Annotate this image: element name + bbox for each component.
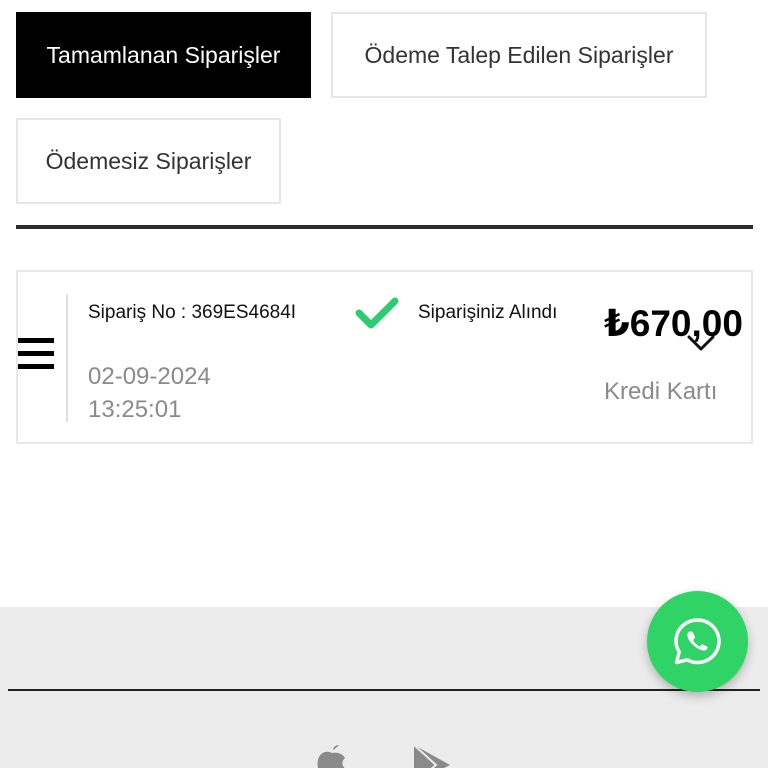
- chevron-down-icon[interactable]: [686, 332, 716, 354]
- orders-page: Tamamlanan Siparişler Ödeme Talep Edilen…: [0, 0, 768, 768]
- play-store-icon[interactable]: [410, 743, 456, 768]
- order-datetime: 02-09-2024 13:25:01: [88, 360, 211, 426]
- footer-divider: [8, 689, 760, 691]
- tab-completed-orders-label: Tamamlanan Siparişler: [46, 41, 281, 68]
- tab-completed-orders[interactable]: Tamamlanan Siparişler: [16, 12, 311, 98]
- menu-icon[interactable]: [18, 338, 56, 372]
- order-number: Sipariş No : 369ES4684I: [88, 302, 297, 323]
- payment-method: Kredi Kartı: [604, 378, 718, 405]
- order-price: ₺670,00: [604, 303, 743, 344]
- check-icon: [355, 297, 399, 329]
- order-card: Sipariş No : 369ES4684I 02-09-2024 13:25…: [16, 270, 753, 444]
- order-date: 02-09-2024: [88, 363, 211, 390]
- tabs-divider: [16, 225, 753, 229]
- order-time: 13:25:01: [88, 396, 182, 423]
- order-status: Siparişiniz Alındı: [418, 302, 558, 323]
- tab-payment-requested-orders[interactable]: Ödeme Talep Edilen Siparişler: [331, 12, 707, 98]
- tab-unpaid-orders-label: Ödemesiz Siparişler: [45, 147, 252, 174]
- apple-icon[interactable]: [312, 741, 352, 768]
- tab-payment-requested-orders-label: Ödeme Talep Edilen Siparişler: [364, 41, 674, 68]
- card-separator: [66, 294, 68, 422]
- tab-unpaid-orders[interactable]: Ödemesiz Siparişler: [16, 118, 281, 204]
- whatsapp-button[interactable]: [647, 591, 748, 692]
- whatsapp-icon: [674, 618, 721, 665]
